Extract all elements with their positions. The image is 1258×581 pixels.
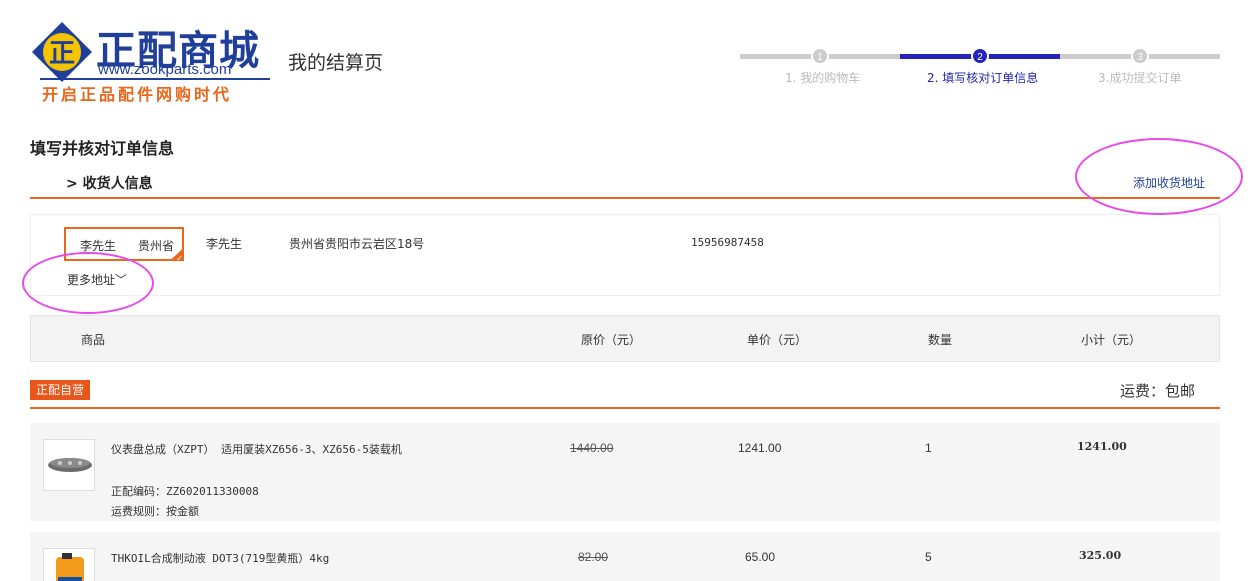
unit-price: 65.00 xyxy=(745,550,776,564)
brake-fluid-bottle-icon xyxy=(56,553,84,581)
logo-divider xyxy=(40,78,270,80)
logo-mark-char: 正 xyxy=(49,39,75,69)
address-list: 李先生贵州省 李先生 贵州省贵阳市云岩区18号 15956987458 更多地址… xyxy=(30,214,1220,296)
col-quantity: 数量 xyxy=(928,333,953,347)
address-detail: 贵州省贵阳市云岩区18号 xyxy=(289,237,425,251)
section-title: 填写并核对订单信息 xyxy=(30,139,175,158)
product-thumbnail[interactable] xyxy=(43,439,95,491)
step-dot-2: 2 xyxy=(971,47,989,65)
dashboard-part-icon xyxy=(48,458,92,472)
col-original-price: 原价（元） xyxy=(581,333,642,347)
logo-mark-icon: 正 xyxy=(32,22,92,82)
quantity: 5 xyxy=(925,550,932,564)
product-code: 正配编码：ZZ602011330008 xyxy=(111,485,259,498)
annotation-circle-add-address xyxy=(1075,138,1243,215)
step-label-cart: 1. 我的购物车 xyxy=(785,71,861,85)
unit-price: 1241.00 xyxy=(738,441,782,455)
address-chip-province: 贵州省 xyxy=(138,239,175,253)
col-subtotal: 小计（元） xyxy=(1081,333,1142,347)
step-label-submit: 3.成功提交订单 xyxy=(1098,71,1182,85)
shop-tag: 正配自营 xyxy=(30,380,91,400)
step-label-fill-order: 2. 填写核对订单信息 xyxy=(927,71,1039,85)
selected-check-icon xyxy=(170,247,184,263)
original-price: 1440.00 xyxy=(570,441,614,455)
subtotal: 325.00 xyxy=(1079,549,1122,562)
consignee-heading: > 收货人信息 xyxy=(66,176,153,192)
original-price: 82.00 xyxy=(578,550,609,564)
step-dot-1: 1 xyxy=(811,47,829,65)
table-row: 仪表盘总成（XZPT） 适用厦装XZ656-3、XZ656-5装载机 正配编码：… xyxy=(30,423,1220,521)
checkout-steps: 1 2 3 1. 我的购物车 2. 填写核对订单信息 3.成功提交订单 xyxy=(740,45,1220,85)
subtotal: 1241.00 xyxy=(1077,440,1127,453)
col-unit-price: 单价（元） xyxy=(747,333,808,347)
logo-slogan: 开启正品配件网购时代 xyxy=(42,85,233,104)
cart-table-header: 商品 原价（元） 单价（元） 数量 小计（元） xyxy=(30,315,1220,362)
col-product: 商品 xyxy=(81,333,106,347)
product-name[interactable]: 仪表盘总成（XZPT） 适用厦装XZ656-3、XZ656-5装载机 xyxy=(111,441,402,457)
address-recipient: 李先生 xyxy=(206,237,243,251)
product-shipping-rule: 运费规则：按金额 xyxy=(111,505,199,518)
product-thumbnail[interactable] xyxy=(43,548,95,581)
product-name[interactable]: THKOIL合成制动液 DOT3(719型黄瓶）4kg xyxy=(111,550,329,566)
address-phone: 15956987458 xyxy=(691,236,764,249)
quantity: 1 xyxy=(925,441,932,455)
site-logo[interactable]: 正 正配商城 www.zookparts.com 开启正品配件网购时代 xyxy=(30,18,275,104)
consignee-divider xyxy=(30,197,1220,199)
table-row: THKOIL合成制动液 DOT3(719型黄瓶）4kg 82.00 65.00 … xyxy=(30,532,1220,581)
shop-divider xyxy=(30,407,1220,409)
step-dot-3: 3 xyxy=(1131,47,1149,65)
logo-url: www.zookparts.com xyxy=(98,61,232,78)
page-subtitle: 我的结算页 xyxy=(288,52,384,74)
annotation-circle-more-addresses xyxy=(22,252,154,314)
address-chip-name: 李先生 xyxy=(80,239,117,253)
shipping-info: 运费：包邮 xyxy=(1120,382,1196,400)
